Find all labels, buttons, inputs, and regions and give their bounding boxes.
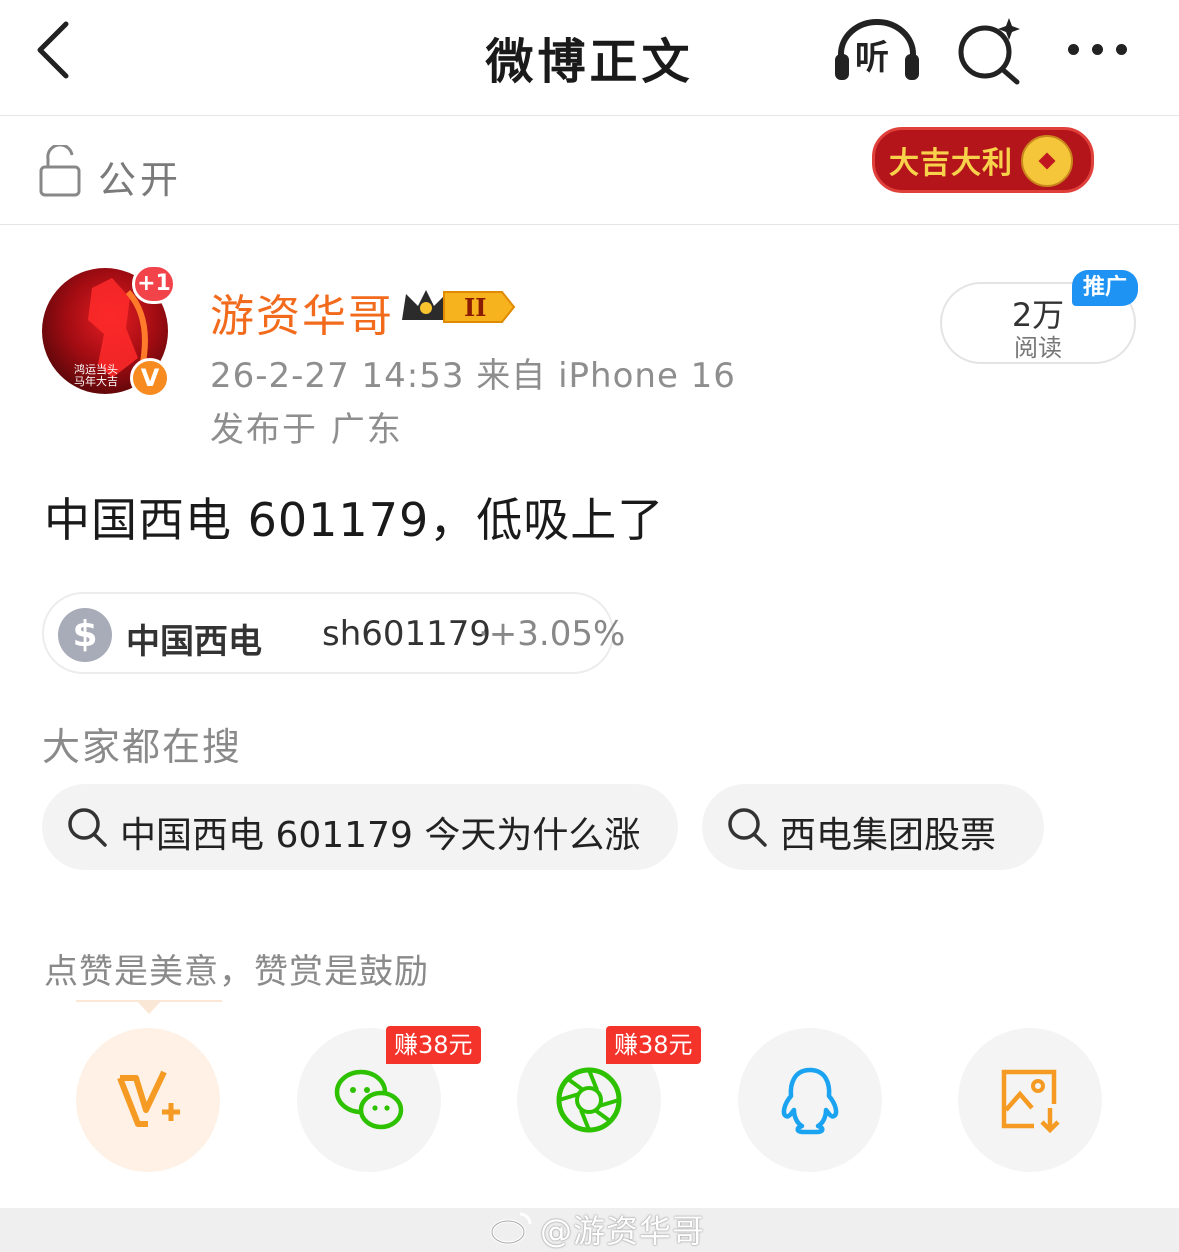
top-nav-bar: 微博正文 听 [0, 0, 1179, 116]
share-qq-button[interactable] [738, 1028, 882, 1172]
stock-change: ·+3.05% [478, 614, 626, 654]
weibo-logo-icon [490, 1212, 532, 1245]
stock-name: 中国西电 [126, 622, 262, 662]
post-time-source: 26-2-27 14:53 来自 iPhone 16 [210, 356, 736, 396]
visibility-bar: 公开 大吉大利 [0, 117, 1179, 225]
stock-chip[interactable]: $ 中国西电 sh601179 ·+3.05% [42, 592, 625, 674]
search-icon [68, 808, 107, 847]
vip-crown-icon[interactable]: II [398, 286, 518, 328]
earn-badge: 赚38元 [606, 1026, 701, 1064]
listen-label: 听 [855, 38, 889, 78]
wechat-icon [334, 1069, 404, 1130]
dollar-icon: $ [58, 608, 112, 662]
watermark-text: @游资华哥 [540, 1212, 706, 1250]
read-label: 阅读 [1014, 334, 1062, 362]
follow-plus-badge[interactable]: +1 [132, 264, 176, 304]
post-body-text: 中国西电 601179，低吸上了 [44, 493, 665, 547]
hot-search-title: 大家都在搜 [42, 725, 243, 769]
hot-search-chip[interactable]: 西电集团股票 [702, 784, 1044, 870]
avatar-caption-2: 马年大吉 [74, 375, 118, 388]
save-image-button[interactable] [958, 1028, 1102, 1172]
ai-search-icon[interactable] [955, 16, 1025, 86]
verified-badge: V [130, 358, 170, 398]
more-options-icon[interactable] [1068, 40, 1140, 58]
listen-button[interactable]: 听 [833, 16, 921, 82]
search-icon [728, 808, 767, 847]
earn-badge: 赚38元 [386, 1026, 481, 1064]
author-name[interactable]: 游资华哥 [210, 280, 394, 344]
coin-icon [1021, 135, 1073, 187]
visibility-label: 公开 [98, 158, 183, 202]
hot-search-chip[interactable]: 中国西电 601179 今天为什么涨 [42, 784, 678, 870]
v-plus-icon [117, 1070, 180, 1127]
banner-text: 大吉大利 [889, 146, 1013, 181]
vip-level-text: II [464, 293, 486, 322]
unlock-icon [39, 145, 81, 197]
qq-penguin-icon [781, 1067, 839, 1135]
reward-pointer-arrow [136, 1000, 162, 1014]
reward-vplus-button[interactable] [76, 1028, 220, 1172]
hot-search-label: 中国西电 601179 今天为什么涨 [120, 815, 641, 856]
festival-banner[interactable]: 大吉大利 [872, 127, 1094, 193]
post-location: 发布于 广东 [210, 410, 403, 450]
hot-search-label: 西电集团股票 [780, 815, 997, 856]
promote-badge[interactable]: 推广 [1072, 270, 1138, 306]
moments-aperture-icon [556, 1067, 622, 1133]
stock-code: sh601179 [322, 614, 492, 654]
reward-hint: 点赞是美意，赞赏是鼓励 [44, 952, 429, 992]
save-image-icon [1001, 1069, 1060, 1134]
